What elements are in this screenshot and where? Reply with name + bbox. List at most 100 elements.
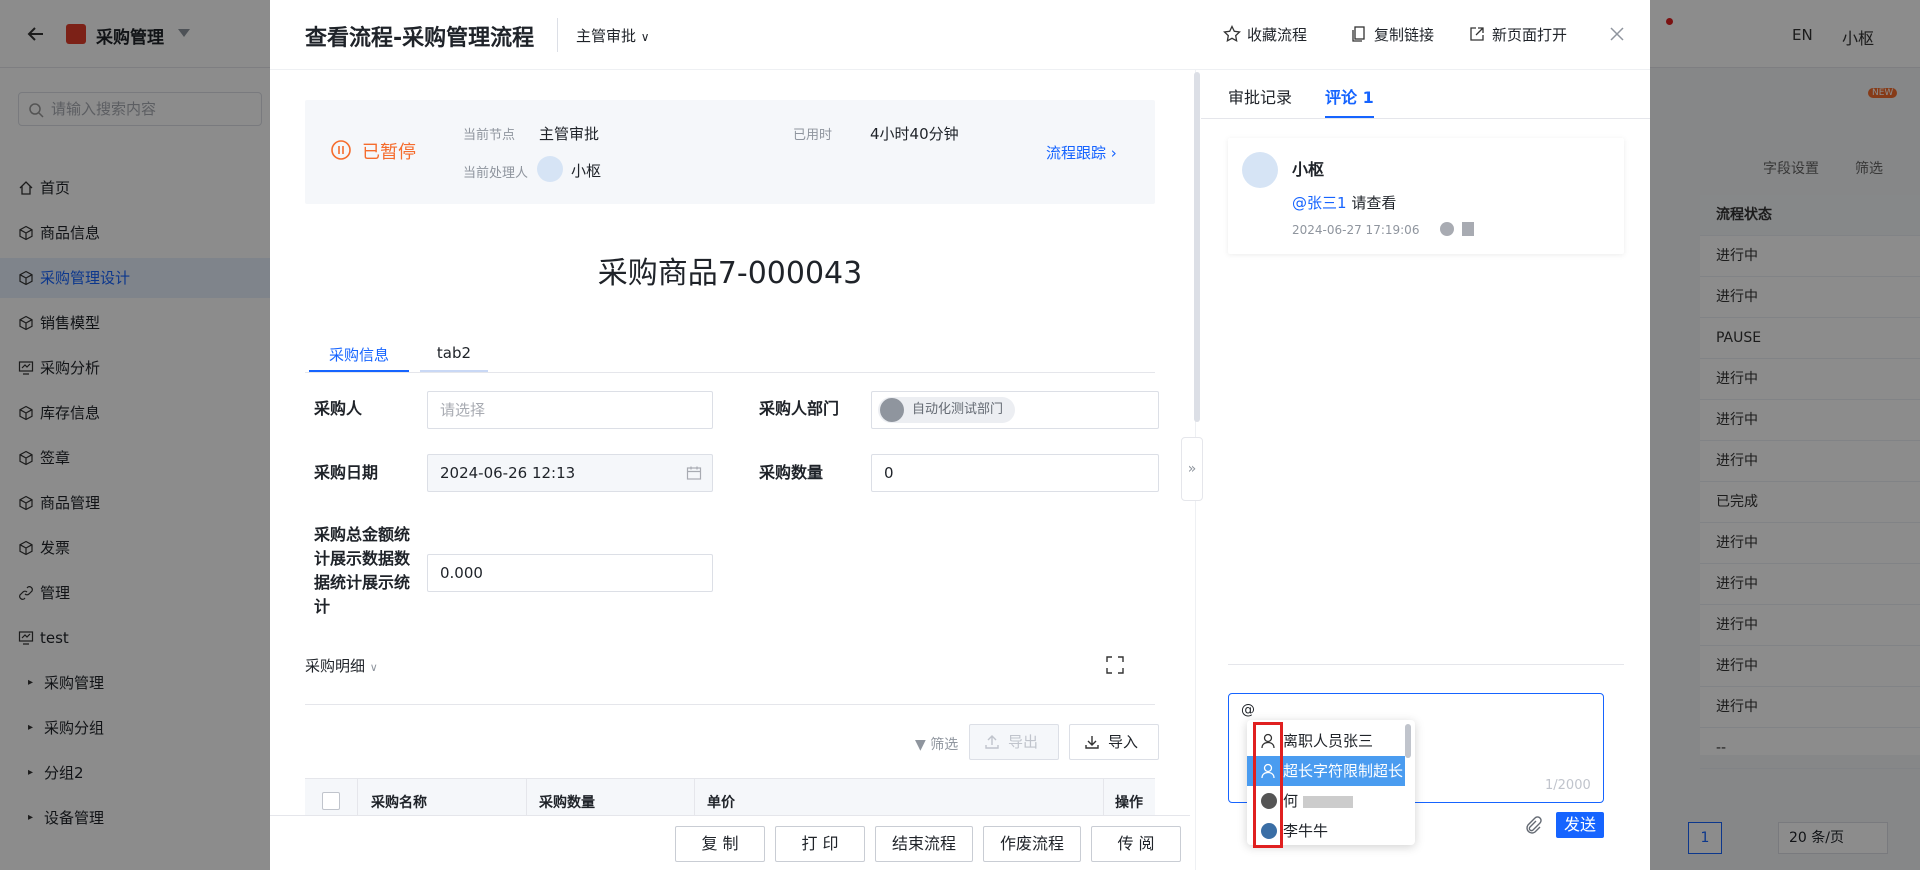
circulate-button[interactable]: 传 阅: [1091, 826, 1181, 862]
current-node-value: 主管审批: [539, 125, 600, 143]
col-name: 采购名称: [371, 795, 427, 811]
qty-input[interactable]: 0: [871, 454, 1159, 492]
qty-label: 采购数量: [759, 463, 824, 482]
elapsed-label: 已用时: [793, 128, 833, 143]
paused-status: 已暂停: [330, 138, 416, 164]
mention-option-label: 超长字符限制超长: [1283, 762, 1404, 780]
open-new-page-button[interactable]: 新页面打开: [1468, 24, 1567, 45]
status-panel: 已暂停 当前节点 主管审批 当前处理人 小枢 已用时 4小时40分钟 流程跟踪 …: [305, 100, 1155, 204]
right-tab-divider: [1201, 118, 1650, 119]
node-select[interactable]: 主管审批 ∨: [576, 25, 650, 46]
buyer-label: 采购人: [314, 399, 363, 418]
col-actions: 操作: [1115, 795, 1143, 811]
col-price: 单价: [707, 795, 735, 811]
fullscreen-icon[interactable]: [1106, 656, 1124, 674]
comment-card: 小枢 @张三1 请查看 2024-06-27 17:19:06: [1228, 138, 1624, 254]
favorite-button[interactable]: 收藏流程: [1223, 24, 1307, 45]
detail-collapse[interactable]: 采购明细 ∨: [305, 655, 378, 676]
document-title: 采购商品7-000043: [597, 256, 863, 291]
double-chevron-right-icon: »: [1187, 461, 1197, 477]
copy-link-label: 复制链接: [1374, 26, 1435, 44]
void-flow-button[interactable]: 作废流程: [983, 826, 1081, 862]
modal-header: 查看流程-采购管理流程 主管审批 ∨ 收藏流程 复制链接 新页面打开: [270, 0, 1650, 70]
handler-avatar: [537, 156, 563, 182]
date-field[interactable]: 2024-06-26 12:13: [427, 454, 713, 492]
external-link-icon: [1468, 25, 1486, 43]
collapse-pane-button[interactable]: »: [1181, 437, 1203, 501]
import-label: 导入: [1108, 733, 1139, 751]
track-label: 流程跟踪: [1046, 144, 1107, 162]
detail-filter-label: 筛选: [930, 737, 959, 753]
copy-link-button[interactable]: 复制链接: [1350, 24, 1434, 45]
tab-comments[interactable]: 评论 1: [1325, 84, 1374, 118]
date-value: 2024-06-26 12:13: [440, 464, 576, 482]
close-icon[interactable]: [1609, 26, 1625, 42]
tab-approval-records[interactable]: 审批记录: [1228, 84, 1292, 118]
upload-icon: [984, 734, 1000, 750]
editor-value: @: [1241, 702, 1255, 718]
mention-scrollbar[interactable]: [1405, 724, 1411, 758]
pause-circle-icon: [330, 139, 352, 161]
end-flow-button[interactable]: 结束流程: [875, 826, 973, 862]
copy-button[interactable]: 复 制: [675, 826, 765, 862]
chevron-down-icon: ∨: [640, 30, 650, 44]
star-icon: [1223, 25, 1241, 43]
comment-time: 2024-06-27 17:19:06: [1292, 223, 1420, 237]
chevron-right-icon: ›: [1110, 144, 1117, 162]
detail-label: 采购明细: [305, 657, 366, 675]
delete-icon[interactable]: [1462, 222, 1474, 236]
mention-option-label: 李牛牛: [1283, 822, 1329, 840]
calendar-icon: [686, 465, 702, 481]
handler-label: 当前处理人: [463, 166, 529, 181]
buyer-select[interactable]: 请选择: [427, 391, 713, 429]
export-button[interactable]: 导出: [969, 724, 1059, 760]
total-input[interactable]: 0.000: [427, 554, 713, 592]
char-counter: 1/2000: [1545, 778, 1591, 793]
send-button[interactable]: 发送: [1556, 812, 1604, 838]
import-button[interactable]: 导入: [1069, 724, 1159, 760]
redacted-text: [1302, 795, 1353, 808]
comment-author: 小枢: [1292, 160, 1325, 179]
tab-divider: [305, 372, 1155, 373]
comment-avatar: [1242, 152, 1278, 188]
detail-filter-button[interactable]: ▼ 筛选: [915, 734, 958, 754]
chevron-down-icon: ∨: [369, 661, 378, 674]
tab-purchase-info[interactable]: 采购信息: [309, 344, 409, 372]
reply-icon[interactable]: [1440, 222, 1454, 236]
export-label: 导出: [1008, 733, 1039, 751]
handler-value: 小枢: [571, 162, 602, 180]
dept-chip-label: 自动化测试部门: [912, 402, 1004, 417]
favorite-label: 收藏流程: [1247, 26, 1308, 44]
header-divider: [557, 18, 558, 52]
dept-icon: [880, 398, 904, 422]
date-label: 采购日期: [314, 463, 379, 482]
modal-footer: 复 制 打 印 结束流程 作废流程 传 阅: [270, 815, 1190, 870]
total-label: 采购总金额统计展示数据数据统计展示统计: [314, 525, 411, 616]
left-scrollbar[interactable]: [1194, 72, 1200, 422]
workflow-modal: 查看流程-采购管理流程 主管审批 ∨ 收藏流程 复制链接 新页面打开 已暂停 当…: [270, 0, 1650, 870]
modal-title: 查看流程-采购管理流程: [305, 26, 535, 51]
node-select-label: 主管审批: [576, 27, 637, 45]
download-icon: [1084, 734, 1100, 750]
highlight-box: [1253, 722, 1283, 848]
select-all-checkbox[interactable]: [322, 792, 340, 810]
filter-icon: ▼: [915, 737, 926, 753]
dept-label: 采购人部门: [759, 399, 840, 418]
mention-option-label: 何: [1283, 792, 1299, 810]
tab-tab2[interactable]: tab2: [420, 344, 488, 372]
comment-mention[interactable]: @张三1: [1292, 194, 1347, 212]
copy-icon: [1350, 25, 1368, 43]
current-node-label: 当前节点: [463, 128, 516, 143]
paperclip-icon[interactable]: [1524, 816, 1542, 834]
elapsed-value: 4小时40分钟: [870, 125, 959, 143]
print-button[interactable]: 打 印: [775, 826, 865, 862]
dept-field[interactable]: 自动化测试部门: [871, 391, 1159, 429]
comment-text: 请查看: [1351, 194, 1397, 212]
col-qty: 采购数量: [539, 795, 595, 811]
detail-divider: [305, 704, 1155, 705]
track-link[interactable]: 流程跟踪 ›: [1046, 142, 1117, 163]
editor-divider: [1228, 664, 1624, 665]
paused-label: 已暂停: [362, 142, 416, 163]
dept-chip: 自动化测试部门: [878, 397, 1016, 423]
mention-option-label: 离职人员张三: [1283, 732, 1374, 750]
